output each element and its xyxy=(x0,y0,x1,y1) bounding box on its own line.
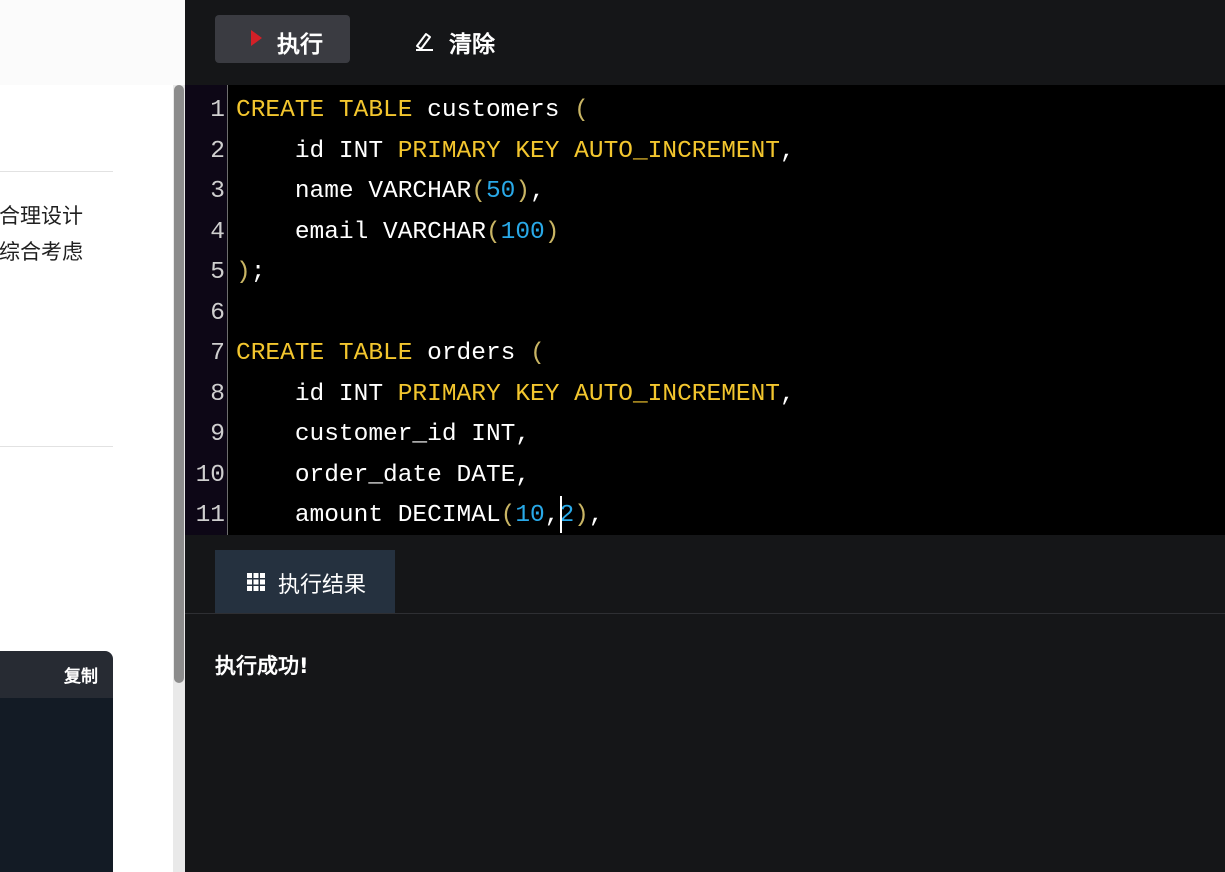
code-line-text: order_date DATE, xyxy=(294,461,531,489)
scrollbar[interactable] xyxy=(173,85,185,872)
run-button-label: 执行 xyxy=(277,32,323,58)
result-tab-label: 执行结果 xyxy=(278,573,367,598)
article-pane: 合理设计 综合考虑 复制 xyxy=(0,0,185,872)
eraser-icon xyxy=(416,33,433,51)
divider xyxy=(0,171,113,172)
clear-button[interactable]: 清除 xyxy=(407,15,517,63)
code-line-text: ); xyxy=(236,259,266,286)
result-message: 执行成功! xyxy=(215,654,309,678)
code-line-text: id INT PRIMARY KEY AUTO_INCREMENT, xyxy=(294,380,795,408)
code-line[interactable]: 8 id INT PRIMARY KEY AUTO_INCREMENT, xyxy=(185,375,1225,416)
code-line[interactable]: 7 CREATE TABLE orders ( xyxy=(185,334,1225,375)
code-line[interactable]: 2 id INT PRIMARY KEY AUTO_INCREMENT, xyxy=(185,132,1225,173)
result-tab-bar: 执行结果 xyxy=(185,535,1225,614)
grid-icon xyxy=(247,573,265,591)
code-line[interactable]: 9 customer_id INT, xyxy=(185,415,1225,456)
code-line[interactable]: 1 CREATE TABLE customers ( xyxy=(185,91,1225,132)
line-number: 5 xyxy=(210,259,225,286)
code-line-text: id INT PRIMARY KEY AUTO_INCREMENT, xyxy=(294,137,795,165)
code-line[interactable]: 10 order_date DATE, xyxy=(185,456,1225,497)
line-number: 6 xyxy=(210,299,225,327)
scrollbar-thumb[interactable] xyxy=(174,85,184,683)
line-number: 4 xyxy=(210,218,225,246)
divider xyxy=(0,446,113,447)
line-number: 7 xyxy=(210,340,225,367)
code-line-text: CREATE TABLE customers ( xyxy=(236,97,589,124)
code-block-body xyxy=(0,698,113,872)
code-line[interactable]: 5); xyxy=(185,253,1225,294)
line-number: 2 xyxy=(210,137,225,165)
code-line[interactable]: 6 xyxy=(185,294,1225,335)
code-line[interactable]: 3 name VARCHAR(50), xyxy=(185,172,1225,213)
code-line-text: CREATE TABLE orders ( xyxy=(236,340,545,367)
code-line[interactable]: 11 amount DECIMAL(10,2), xyxy=(185,496,1225,535)
code-line-text: customer_id INT, xyxy=(294,421,531,448)
line-number: 1 xyxy=(210,97,225,124)
sql-editor-pane: 执行 清除 1 CREATE TABLE customers ( 2 id INT … xyxy=(185,0,1225,872)
code-line[interactable]: 4 email VARCHAR(100) xyxy=(185,213,1225,254)
editor-toolbar: 执行 清除 xyxy=(185,0,1225,85)
code-line-text: name VARCHAR(50), xyxy=(294,178,545,205)
line-number: 3 xyxy=(210,178,225,205)
article-text-line: 综合考虑 xyxy=(0,240,83,264)
line-number: 10 xyxy=(195,461,225,489)
code-block-header: 复制 xyxy=(0,651,113,698)
line-number: 9 xyxy=(210,421,225,448)
article-header xyxy=(0,0,185,85)
article-text-line: 合理设计 xyxy=(0,204,83,228)
tab-execution-result[interactable]: 执行结果 xyxy=(215,550,395,613)
copy-button[interactable]: 复制 xyxy=(64,662,98,687)
line-number: 8 xyxy=(210,380,225,408)
code-editor[interactable]: 1 CREATE TABLE customers ( 2 id INT PRIMAR… xyxy=(185,85,1225,535)
run-button[interactable]: 执行 xyxy=(215,15,350,63)
clear-button-label: 清除 xyxy=(449,32,495,58)
code-line-text: amount DECIMAL(10,2), xyxy=(294,502,604,529)
play-icon xyxy=(251,30,262,46)
line-number: 11 xyxy=(195,502,225,529)
text-cursor xyxy=(560,496,562,533)
code-line-text: email VARCHAR(100) xyxy=(294,218,560,246)
